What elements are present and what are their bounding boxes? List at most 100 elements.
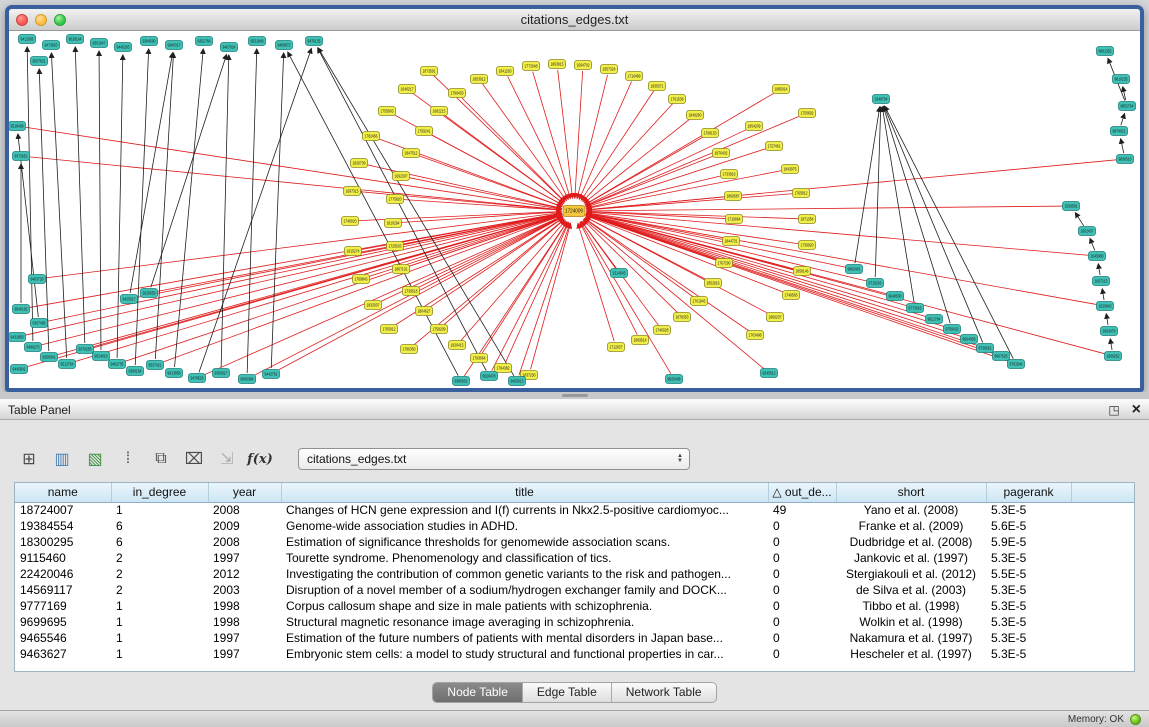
graph-node[interactable]: 9462735 bbox=[109, 360, 126, 369]
graph-node[interactable]: 1847512 bbox=[403, 149, 420, 158]
graph-node[interactable]: 9531849 bbox=[249, 37, 266, 46]
graph-node[interactable]: 9352768 bbox=[196, 37, 213, 46]
graph-node[interactable]: 1786350 bbox=[401, 345, 418, 354]
graph-node[interactable]: 9756432 bbox=[944, 325, 961, 334]
graph-edge[interactable] bbox=[99, 51, 101, 350]
graph-node[interactable]: 9874021 bbox=[1111, 127, 1128, 136]
graph-node[interactable]: 1602437 bbox=[1079, 227, 1096, 236]
graph-node[interactable]: 1697315 bbox=[344, 187, 361, 196]
graph-node[interactable]: 9925408 bbox=[666, 375, 683, 384]
graph-node[interactable]: 9350917 bbox=[213, 369, 230, 378]
graph-node[interactable]: 1769843 bbox=[353, 275, 370, 284]
graph-edge[interactable] bbox=[575, 71, 583, 198]
graph-node[interactable]: 9682401 bbox=[846, 265, 863, 274]
column-header-name[interactable]: name bbox=[15, 483, 111, 502]
graph-node[interactable]: 1767290 bbox=[716, 259, 733, 268]
graph-node[interactable]: 1640217 bbox=[399, 85, 416, 94]
column-header-in_degree[interactable]: in_degree bbox=[111, 483, 208, 502]
graph-edge[interactable] bbox=[587, 170, 784, 208]
graph-node[interactable]: 9540192 bbox=[13, 305, 30, 314]
graph-node[interactable]: 9836510 bbox=[1117, 155, 1134, 164]
graph-node[interactable]: 9478526 bbox=[189, 374, 206, 383]
graph-node[interactable]: 1645980 bbox=[1089, 252, 1106, 261]
graph-node[interactable]: 1727461 bbox=[766, 142, 783, 151]
graph-edge[interactable] bbox=[51, 53, 66, 358]
graph-node[interactable]: 1810294 bbox=[385, 219, 402, 228]
graph-node[interactable]: 1733916 bbox=[721, 170, 738, 179]
graph-edge[interactable] bbox=[581, 222, 671, 374]
table-row[interactable]: 1872400712008Changes of HCN gene express… bbox=[15, 502, 1134, 518]
graph-edge[interactable] bbox=[39, 69, 49, 351]
graph-edge[interactable] bbox=[221, 55, 229, 367]
graph-edge[interactable] bbox=[587, 206, 1065, 211]
graph-edge[interactable] bbox=[202, 216, 562, 375]
close-button[interactable] bbox=[16, 14, 28, 26]
graph-node[interactable]: 9891352 bbox=[1097, 47, 1114, 56]
graph-edge[interactable] bbox=[1098, 264, 1100, 275]
delete-table-icon[interactable]: ⌧ bbox=[181, 447, 207, 471]
graph-node[interactable]: 9506384 bbox=[239, 375, 256, 384]
graph-edge[interactable] bbox=[884, 106, 983, 342]
panel-splitter[interactable] bbox=[0, 392, 1149, 399]
graph-node[interactable]: 1835071 bbox=[649, 82, 666, 91]
graph-node[interactable]: 1860587 bbox=[725, 192, 742, 201]
graph-edge[interactable] bbox=[401, 199, 561, 210]
graph-edge[interactable] bbox=[587, 212, 1091, 255]
graph-node[interactable]: 1764382 bbox=[495, 364, 512, 373]
graph-edge[interactable] bbox=[45, 214, 561, 322]
graph-node[interactable]: 1559581 bbox=[1063, 202, 1080, 211]
graph-node[interactable]: 1755903 bbox=[379, 107, 396, 116]
graph-node[interactable]: 1876402 bbox=[713, 149, 730, 158]
graph-node[interactable]: 9529478 bbox=[481, 372, 498, 381]
new-column-icon[interactable]: ▧ bbox=[82, 447, 108, 471]
graph-node[interactable]: 1759241 bbox=[416, 127, 433, 136]
graph-node[interactable]: 9390164 bbox=[127, 367, 144, 376]
table-row[interactable]: 946554611997Estimation of the future num… bbox=[15, 630, 1134, 646]
function-builder-icon[interactable]: f(x) bbox=[247, 447, 273, 471]
graph-node[interactable]: 9431850 bbox=[9, 333, 26, 342]
graph-node[interactable]: 1703498 bbox=[747, 331, 764, 340]
graph-edge[interactable] bbox=[586, 215, 1010, 362]
graph-node[interactable]: 1841263 bbox=[497, 67, 514, 76]
graph-node[interactable]: 9773016 bbox=[907, 304, 924, 313]
graph-node[interactable]: 1748020 bbox=[342, 217, 359, 226]
tab-network-table[interactable]: Network Table bbox=[612, 683, 716, 702]
graph-node[interactable]: 1866237 bbox=[767, 313, 784, 322]
graph-edge[interactable] bbox=[586, 215, 946, 327]
graph-node[interactable]: 1725633 bbox=[387, 242, 404, 251]
graph-edge[interactable] bbox=[558, 70, 573, 198]
graph-node[interactable]: 9384590 bbox=[141, 37, 158, 46]
graph-node[interactable]: 1854209 bbox=[746, 122, 763, 131]
table-row[interactable]: 946362711997Embryonic stem cells: a mode… bbox=[15, 646, 1134, 662]
graph-node[interactable]: 1692307 bbox=[393, 172, 410, 181]
graph-node[interactable]: 1663479 bbox=[1101, 327, 1118, 336]
graph-node[interactable]: 1878353 bbox=[674, 313, 691, 322]
select-columns-icon[interactable]: ▥ bbox=[49, 447, 75, 471]
graph-edge[interactable] bbox=[407, 177, 561, 208]
graph-node[interactable]: 1739518 bbox=[403, 287, 420, 296]
graph-node[interactable]: 1863915 bbox=[549, 60, 566, 69]
graph-node[interactable]: 9467024 bbox=[221, 43, 238, 52]
graph-edge[interactable] bbox=[1090, 238, 1095, 250]
table-row[interactable]: 1830029562008Estimation of significance … bbox=[15, 534, 1134, 550]
graph-edge[interactable] bbox=[1106, 314, 1108, 325]
graph-node[interactable]: 1782466 bbox=[363, 132, 380, 141]
graph-node[interactable]: 9496273 bbox=[25, 343, 42, 352]
graph-node[interactable]: 9512764 bbox=[59, 360, 76, 369]
graph-edge[interactable] bbox=[519, 223, 570, 375]
graph-edge[interactable] bbox=[492, 223, 568, 371]
graph-node[interactable]: 9425017 bbox=[121, 295, 138, 304]
graph-node[interactable]: 9442761 bbox=[263, 370, 280, 379]
graph-edge[interactable] bbox=[583, 220, 677, 313]
graph-node[interactable]: 9445283 bbox=[115, 43, 132, 52]
graph-edge[interactable] bbox=[882, 107, 914, 302]
graph-node[interactable]: 1815274 bbox=[345, 247, 362, 256]
graph-node[interactable]: 1682215 bbox=[431, 107, 448, 116]
graph-node[interactable]: 9358041 bbox=[41, 353, 58, 362]
tab-node-table[interactable]: Node Table bbox=[433, 683, 523, 702]
graph-node[interactable]: 1750692 bbox=[799, 109, 816, 118]
graph-node[interactable]: 1820739 bbox=[351, 159, 368, 168]
network-canvas[interactable]: 1724009185301217904331682215175924118475… bbox=[9, 31, 1140, 388]
graph-node[interactable]: 1853012 bbox=[471, 75, 488, 84]
graph-edge[interactable] bbox=[23, 214, 561, 336]
